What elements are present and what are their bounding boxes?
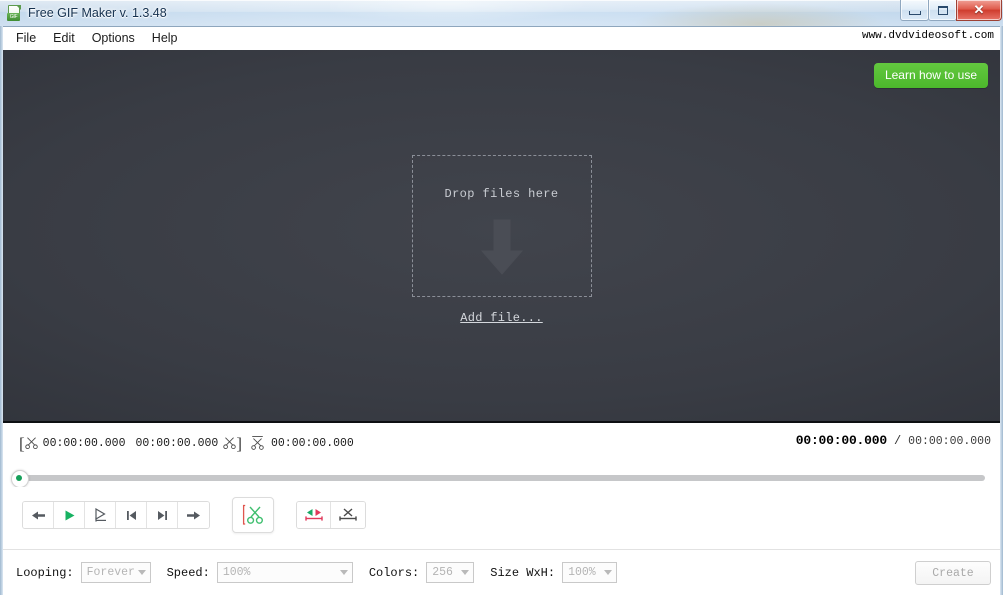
app-window: GIF Free GIF Maker v. 1.3.48 ✕ File Edit… — [0, 0, 1003, 595]
arrow-right-icon — [187, 511, 200, 519]
cut-button[interactable] — [232, 497, 274, 533]
window-controls: ✕ — [900, 0, 1002, 21]
scissors-span-icon[interactable] — [251, 435, 264, 451]
maximize-icon — [937, 5, 948, 15]
chevron-down-icon — [457, 570, 473, 575]
dropzone-container: Drop files here Add file... — [3, 155, 1000, 325]
trim-start-time[interactable]: 00:00:00.000 — [43, 437, 126, 450]
gif-file-icon: GIF — [6, 5, 22, 21]
learn-how-to-use-button[interactable]: Learn how to use — [873, 63, 988, 88]
invert-selection-icon — [304, 508, 323, 521]
scissors-right-icon[interactable] — [223, 436, 237, 450]
delete-selection-button[interactable] — [331, 502, 365, 528]
speed-select[interactable]: 100% — [216, 562, 353, 583]
looping-select[interactable]: Forever — [80, 562, 151, 583]
settings-bar: Looping: Forever Speed: 100% Colors: 256… — [0, 549, 1003, 595]
play-icon — [65, 510, 74, 520]
maximize-button[interactable] — [928, 0, 957, 21]
create-button[interactable]: Create — [915, 561, 991, 585]
next-frame-button[interactable] — [147, 502, 178, 528]
add-file-link[interactable]: Add file... — [460, 311, 543, 325]
colors-value: 256 — [432, 566, 453, 579]
menu-item-file[interactable]: File — [8, 29, 44, 47]
size-select[interactable]: 100% — [562, 562, 618, 583]
looping-label: Looping: — [16, 565, 74, 580]
playback-time-display: 00:00:00.000 / 00:00:00.000 — [796, 433, 991, 448]
trim-end-time[interactable]: 00:00:00.000 — [136, 437, 219, 450]
speed-label: Speed: — [166, 565, 210, 580]
transport-controls — [0, 487, 1003, 543]
trim-close-bracket: ] — [236, 433, 242, 453]
file-dropzone[interactable]: Drop files here — [411, 155, 592, 297]
invert-selection-button[interactable] — [297, 502, 331, 528]
total-time: 00:00:00.000 — [908, 435, 991, 448]
scrubber-handle[interactable] — [11, 470, 29, 488]
size-label: Size WxH: — [490, 565, 556, 580]
drop-files-label: Drop files here — [444, 187, 559, 201]
preview-drop-area[interactable]: Learn how to use Drop files here Add fil… — [3, 50, 1000, 421]
playback-button-group — [22, 501, 210, 529]
down-arrow-icon — [480, 219, 523, 275]
chevron-down-icon — [336, 570, 352, 575]
chevron-down-icon — [600, 570, 616, 575]
title-bar: GIF Free GIF Maker v. 1.3.48 ✕ — [0, 0, 1003, 27]
timeline-bar: [ 00:00:00.000 00:00:00.000 ] 00:00:00.0… — [0, 421, 1003, 465]
menu-item-options[interactable]: Options — [84, 29, 143, 47]
menu-item-help[interactable]: Help — [144, 29, 186, 47]
chevron-down-icon — [134, 570, 150, 575]
speed-value: 100% — [222, 566, 251, 579]
minimize-button[interactable] — [900, 0, 929, 21]
menu-item-edit[interactable]: Edit — [45, 29, 83, 47]
website-url-label[interactable]: www.dvdvideosoft.com — [862, 30, 994, 42]
delete-selection-icon — [339, 507, 357, 521]
close-button[interactable]: ✕ — [956, 0, 1002, 21]
skip-next-icon — [157, 510, 167, 520]
scissors-left-icon[interactable] — [24, 436, 38, 450]
step-back-button[interactable] — [23, 502, 54, 528]
arrow-left-icon — [31, 511, 45, 519]
looping-value: Forever — [86, 566, 134, 579]
colors-label: Colors: — [368, 565, 420, 580]
window-title: Free GIF Maker v. 1.3.48 — [28, 6, 167, 20]
size-value: 100% — [568, 566, 596, 579]
close-icon: ✕ — [973, 2, 985, 17]
minimize-icon — [908, 10, 921, 15]
play-to-marker-button[interactable] — [85, 502, 116, 528]
selection-duration-time[interactable]: 00:00:00.000 — [271, 437, 354, 450]
selection-button-group — [296, 501, 366, 529]
step-forward-button[interactable] — [178, 502, 209, 528]
scrubber-row[interactable] — [0, 465, 1003, 488]
gif-icon-badge: GIF — [7, 13, 20, 21]
current-time: 00:00:00.000 — [795, 433, 887, 448]
play-button[interactable] — [54, 502, 85, 528]
menu-bar: File Edit Options Help www.dvdvideosoft.… — [0, 27, 1003, 50]
previous-frame-button[interactable] — [116, 502, 147, 528]
play-to-end-icon — [94, 507, 106, 522]
colors-select[interactable]: 256 — [426, 562, 475, 583]
skip-previous-icon — [126, 510, 136, 520]
scissors-icon — [242, 504, 264, 525]
scrubber-track[interactable] — [18, 475, 985, 481]
time-separator: / — [893, 434, 902, 448]
trim-controls: [ 00:00:00.000 00:00:00.000 ] 00:00:00.0… — [19, 433, 359, 453]
